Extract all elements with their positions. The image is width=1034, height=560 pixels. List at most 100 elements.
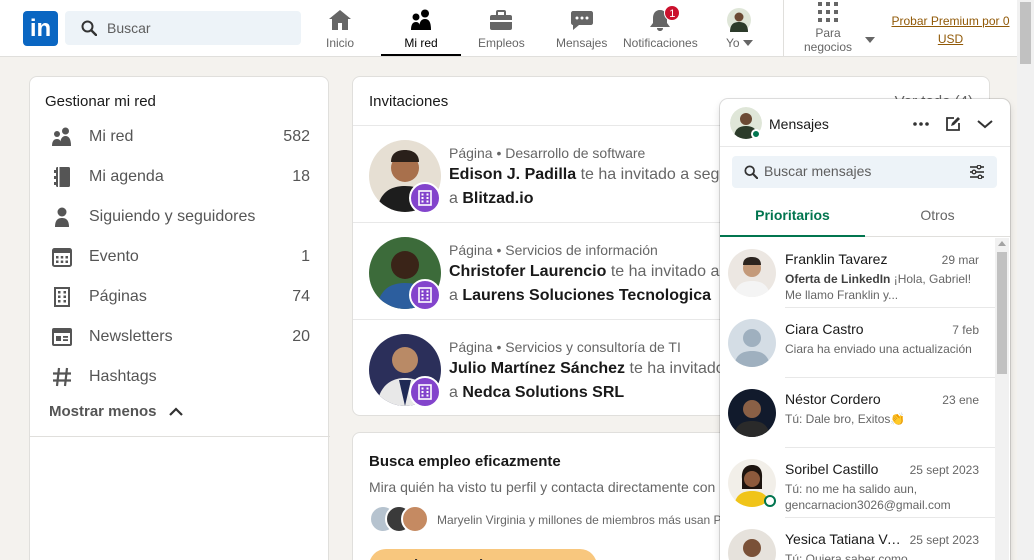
invitation-org[interactable]: Blitzad.io bbox=[462, 190, 533, 207]
notification-badge: 1 bbox=[664, 5, 681, 21]
caret-down-icon[interactable] bbox=[865, 37, 875, 44]
conversation-item[interactable]: Soribel Castillo 25 sept 2023 Tú: no me … bbox=[720, 448, 995, 518]
avatar bbox=[728, 529, 776, 560]
scrollbar-thumb[interactable] bbox=[997, 252, 1007, 374]
network-item-newsletters[interactable]: Newsletters 20 bbox=[30, 317, 330, 357]
network-item-contacts[interactable]: Mi agenda 18 bbox=[30, 157, 330, 197]
network-item-my-network[interactable]: Mi red 582 bbox=[30, 117, 330, 157]
compose-icon[interactable] bbox=[943, 114, 963, 134]
avatar bbox=[401, 505, 429, 533]
conversation-item[interactable]: Franklin Tavarez 29 mar Oferta de Linked… bbox=[720, 238, 995, 308]
invitation-prefix: a bbox=[449, 287, 458, 304]
scroll-up-arrow-icon[interactable] bbox=[998, 241, 1006, 246]
try-premium-link[interactable]: Probar Premium por 0 USD bbox=[888, 12, 1013, 48]
conversation-scrollbar[interactable] bbox=[995, 238, 1009, 560]
conversation-date: 7 feb bbox=[952, 323, 979, 337]
member-avatars bbox=[369, 505, 431, 533]
more-options-icon[interactable] bbox=[911, 114, 931, 134]
invitation-type: Página bbox=[449, 242, 493, 258]
network-item-hashtags[interactable]: Hashtags bbox=[30, 357, 330, 397]
preview-text: Tú: no me ha salido aun, gencarnacion302… bbox=[785, 482, 951, 512]
nav-messaging-label: Mensajes bbox=[556, 36, 608, 50]
promo-members: Maryelin Virginia y millones de miembros… bbox=[437, 513, 762, 527]
nav-home[interactable]: Inicio bbox=[326, 8, 354, 54]
messaging-overlay: Mensajes Prioritarios Otros Franklin Tav… bbox=[720, 99, 1010, 560]
page-scrollbar[interactable] bbox=[1017, 0, 1034, 560]
messaging-title: Mensajes bbox=[769, 116, 829, 132]
nav-for-business[interactable]: Para negocios bbox=[798, 2, 858, 54]
chevron-down-icon[interactable] bbox=[975, 114, 995, 134]
linkedin-logo[interactable]: in bbox=[23, 11, 58, 46]
avatar bbox=[728, 249, 776, 297]
search-icon bbox=[744, 165, 758, 179]
try-premium-button[interactable]: Probar Premium por 0 USD bbox=[369, 549, 597, 560]
network-item-label: Newsletters bbox=[89, 328, 173, 345]
calendar-icon bbox=[51, 246, 73, 268]
invitation-org-line: a Laurens Soluciones Tecnologica bbox=[449, 287, 711, 305]
nav-me-label: Yo bbox=[726, 36, 753, 50]
nav-me-text: Yo bbox=[726, 36, 740, 50]
invitations-title: Invitaciones bbox=[369, 93, 449, 110]
avatar bbox=[728, 319, 776, 367]
people-icon bbox=[408, 8, 434, 32]
network-item-count: 1 bbox=[301, 248, 310, 265]
network-item-events[interactable]: Evento 1 bbox=[30, 237, 330, 277]
nav-messaging[interactable]: Mensajes bbox=[556, 8, 607, 54]
tab-priority[interactable]: Prioritarios bbox=[720, 195, 865, 237]
building-icon bbox=[409, 376, 441, 408]
network-item-pages[interactable]: Páginas 74 bbox=[30, 277, 330, 317]
nav-jobs[interactable]: Empleos bbox=[478, 8, 525, 54]
show-less-button[interactable]: Mostrar menos bbox=[49, 403, 183, 420]
conversation-name: Yesica Tatiana Vas... bbox=[785, 531, 905, 547]
person-icon bbox=[51, 206, 73, 228]
caret-down-icon bbox=[742, 40, 753, 46]
network-item-count: 18 bbox=[292, 168, 310, 185]
network-item-label: Páginas bbox=[89, 288, 147, 305]
inviter-name[interactable]: Christofer Laurencio bbox=[449, 263, 606, 280]
invitation-org[interactable]: Nedca Solutions SRL bbox=[462, 384, 624, 401]
nav-my-network[interactable]: Mi red bbox=[381, 8, 461, 56]
conversation-item[interactable]: Néstor Cordero 23 ene Tú: Dale bro, Exit… bbox=[720, 378, 995, 448]
network-item-label: Siguiendo y seguidores bbox=[89, 208, 256, 225]
invitation-org-line: a Blitzad.io bbox=[449, 190, 533, 208]
search-input[interactable] bbox=[107, 20, 287, 36]
nav-me[interactable]: Yo bbox=[726, 8, 753, 54]
conversation-item[interactable]: Ciara Castro 7 feb Ciara ha enviado una … bbox=[720, 308, 995, 378]
conversation-item[interactable]: Yesica Tatiana Vas... 25 sept 2023 Tú: Q… bbox=[720, 518, 995, 560]
profile-avatar bbox=[726, 8, 752, 32]
invitation-org[interactable]: Laurens Soluciones Tecnologica bbox=[462, 287, 711, 304]
conversation-name: Soribel Castillo bbox=[785, 461, 879, 477]
tab-other[interactable]: Otros bbox=[865, 195, 1010, 237]
invitation-prefix: a bbox=[449, 384, 458, 401]
newspaper-icon bbox=[51, 326, 73, 348]
network-item-label: Mi red bbox=[89, 128, 134, 145]
invitation-type: Página bbox=[449, 339, 493, 355]
filter-icon[interactable] bbox=[969, 165, 985, 179]
network-item-count: 582 bbox=[283, 128, 310, 145]
global-search[interactable] bbox=[65, 11, 301, 45]
inviter-name[interactable]: Edison J. Padilla bbox=[449, 166, 576, 183]
invitation-text: Edison J. Padilla te ha invitado a segui… bbox=[449, 166, 737, 184]
nav-notifications[interactable]: 1 Notificaciones bbox=[623, 5, 698, 54]
online-status-icon bbox=[764, 495, 776, 507]
network-item-label: Hashtags bbox=[89, 368, 157, 385]
preview-text: Tú: Dale bro, Exitos👏 bbox=[785, 412, 906, 426]
inviter-name[interactable]: Julio Martínez Sánchez bbox=[449, 360, 625, 377]
conversation-date: 25 sept 2023 bbox=[909, 463, 979, 477]
invitation-category: Servicios de información bbox=[505, 242, 658, 258]
online-status-icon bbox=[751, 129, 761, 139]
messaging-header[interactable]: Mensajes bbox=[720, 99, 1010, 147]
message-search[interactable] bbox=[732, 156, 997, 188]
home-icon bbox=[327, 8, 353, 32]
message-search-input[interactable] bbox=[764, 163, 954, 179]
invitation-meta: Página • Desarrollo de software bbox=[449, 145, 646, 161]
preview-text: Tú: Quiera saber como... bbox=[785, 552, 918, 560]
network-item-following[interactable]: Siguiendo y seguidores bbox=[30, 197, 330, 237]
conversation-preview: Tú: Dale bro, Exitos👏 bbox=[785, 411, 980, 443]
network-item-label: Evento bbox=[89, 248, 139, 265]
nav-home-label: Inicio bbox=[326, 36, 355, 50]
invitation-prefix: a bbox=[449, 190, 458, 207]
scrollbar-thumb[interactable] bbox=[1020, 2, 1031, 64]
people-icon bbox=[51, 126, 73, 148]
show-less-label: Mostrar menos bbox=[49, 403, 157, 420]
